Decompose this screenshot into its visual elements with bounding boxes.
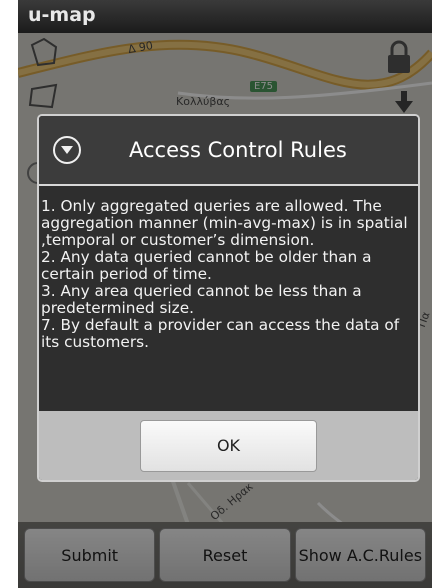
access-control-dialog: Access Control Rules 1. Only aggregated … — [37, 114, 420, 482]
dialog-message: 1. Only aggregated queries are allowed. … — [39, 186, 418, 411]
dialog-title: Access Control Rules — [129, 138, 347, 162]
ok-button[interactable]: OK — [140, 419, 317, 472]
app-title: u-map — [28, 4, 96, 26]
dialog-header: Access Control Rules — [39, 116, 418, 186]
chevron-down-circle-icon — [53, 136, 81, 164]
app-title-bar: u-map — [18, 0, 432, 33]
dialog-footer: OK — [39, 411, 418, 480]
device-screen: u-map Δ 90 E75 Κολλύβας Οδ. Ηρακ Πα Subm… — [18, 0, 432, 588]
